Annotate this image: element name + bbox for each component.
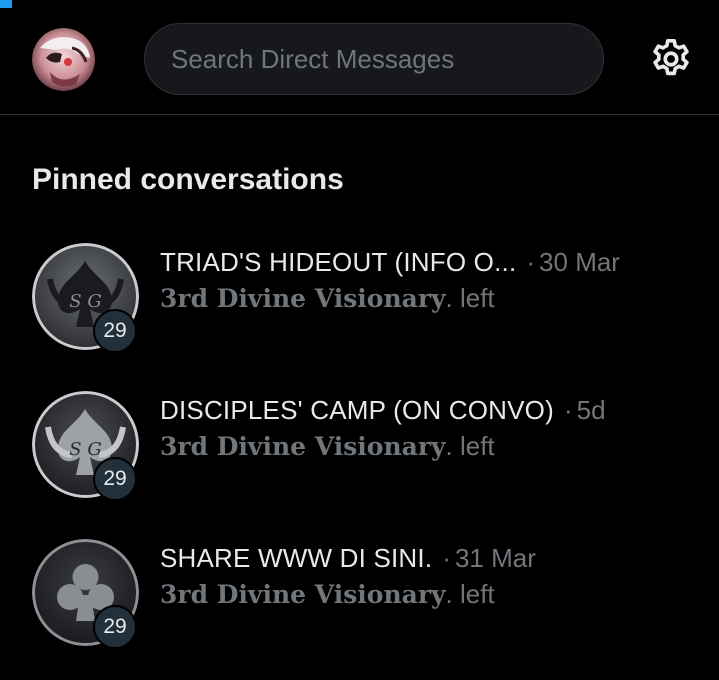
conversation-item[interactable]: S G 29 TRIAD'S HIDEOUT (INFO O... · 30 Mar… [0, 243, 719, 383]
user-avatar-icon [32, 28, 95, 91]
search-input[interactable] [169, 42, 603, 76]
separator-dot: · [563, 395, 573, 425]
preview-text: . left [445, 283, 495, 313]
section-title: Pinned conversations [32, 163, 344, 196]
conversation-preview: 3rd Divine Visionary. left [160, 431, 495, 462]
profile-avatar[interactable] [32, 28, 95, 91]
preview-user-name: 3rd Divine Visionary [160, 580, 446, 609]
top-bar [0, 0, 719, 115]
member-count-badge: 29 [93, 605, 137, 649]
separator-dot: · [442, 543, 451, 573]
preview-text: . left [445, 579, 495, 609]
conversation-item[interactable]: S G 29 DISCIPLES' CAMP (ON CONVO) · 5d 3rd… [0, 391, 719, 531]
conversation-header: DISCIPLES' CAMP (ON CONVO) · 5d [160, 395, 606, 426]
conversation-header: SHARE WWW DI SINI. · 31 Mar [160, 543, 536, 574]
conversation-preview: 3rd Divine Visionary. left [160, 283, 495, 314]
preview-user-name: 3rd Divine Visionary [160, 432, 446, 461]
settings-button[interactable] [648, 36, 694, 82]
conversation-title: DISCIPLES' CAMP (ON CONVO) [160, 395, 554, 425]
svg-text:S G: S G [69, 291, 101, 312]
preview-user-name: 3rd Divine Visionary [160, 284, 446, 313]
gear-icon [653, 38, 689, 76]
search-box[interactable] [144, 23, 604, 95]
conversation-header: TRIAD'S HIDEOUT (INFO O... · 30 Mar [160, 247, 620, 278]
conversation-time: 30 Mar [539, 247, 620, 277]
conversation-title: TRIAD'S HIDEOUT (INFO O... [160, 247, 517, 277]
conversation-title: SHARE WWW DI SINI. [160, 543, 433, 573]
conversation-time: 5d [576, 395, 606, 425]
member-count-badge: 29 [93, 457, 137, 501]
conversation-preview: 3rd Divine Visionary. left [160, 579, 495, 610]
preview-text: . left [445, 431, 495, 461]
separator-dot: · [526, 247, 536, 277]
svg-text:S G: S G [69, 439, 101, 460]
member-count-badge: 29 [93, 309, 137, 353]
conversation-time: 31 Mar [454, 543, 536, 573]
conversation-item[interactable]: 29 SHARE WWW DI SINI. · 31 Mar 3rd Divine … [0, 539, 719, 679]
